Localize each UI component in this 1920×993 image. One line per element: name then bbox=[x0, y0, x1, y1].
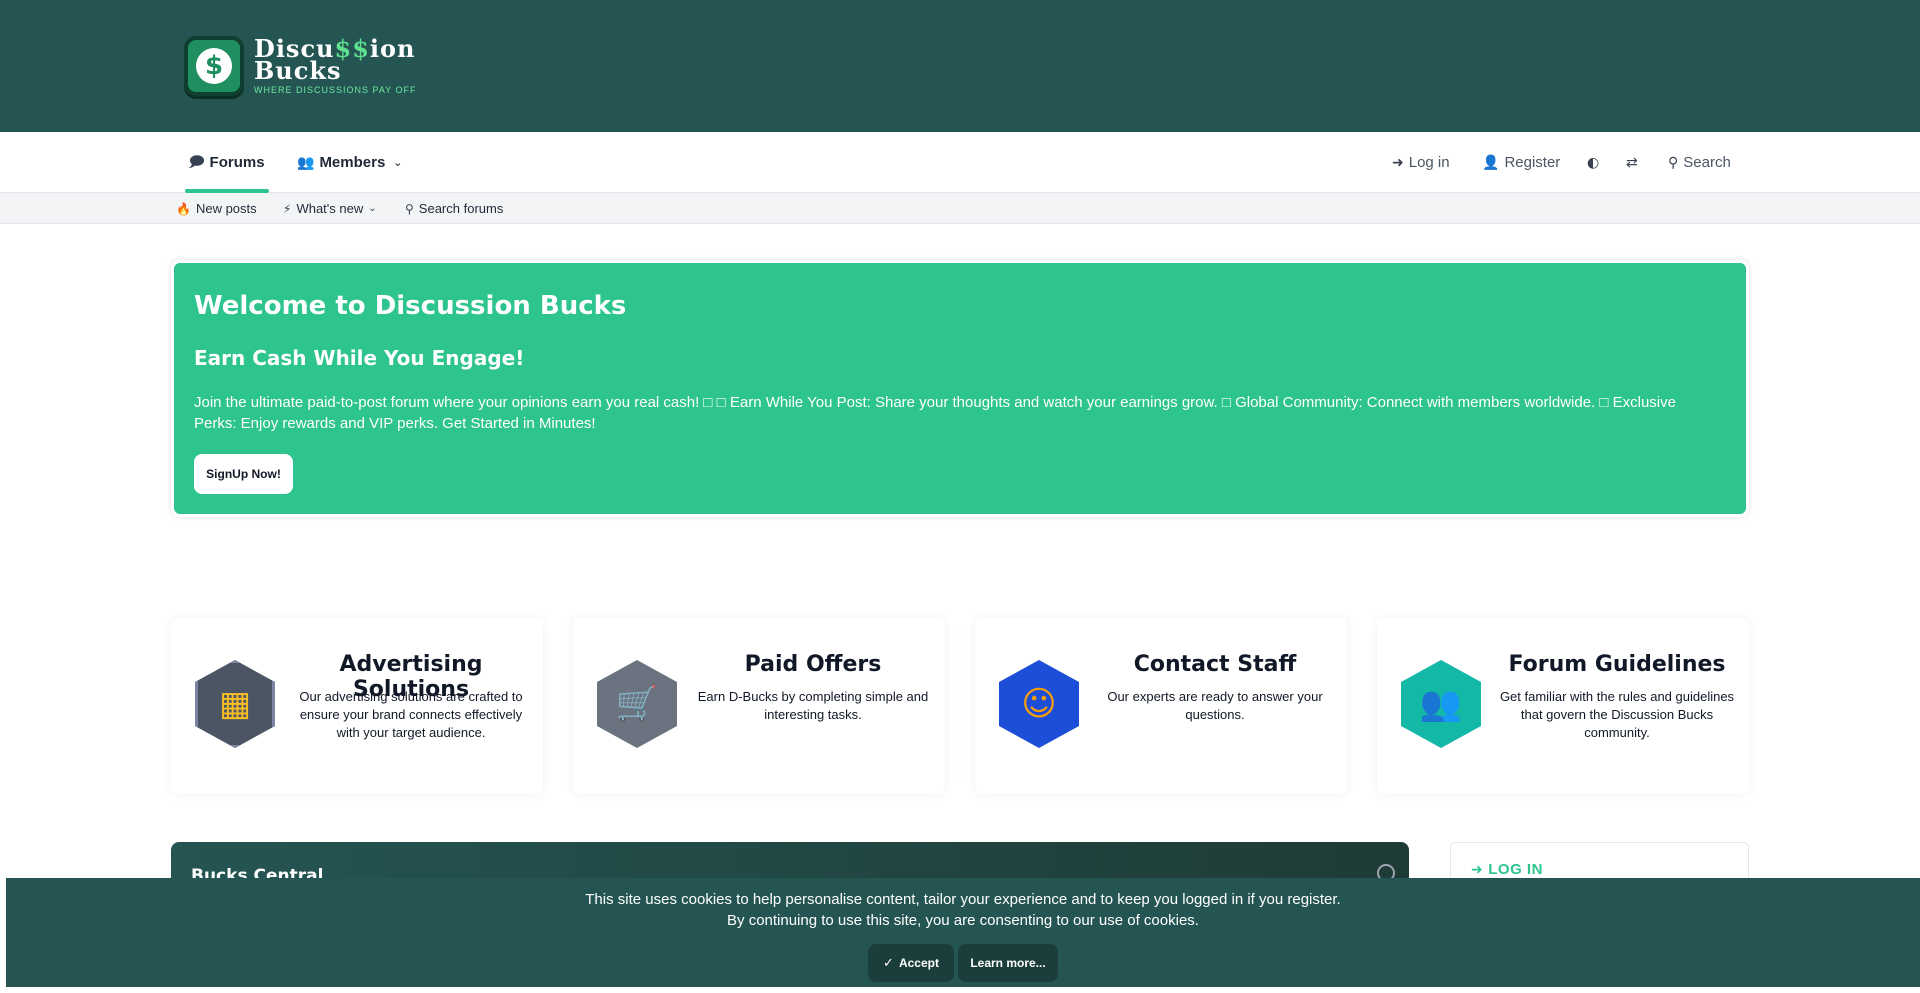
cookie-actions: ✓ Accept Learn more... bbox=[6, 944, 1920, 982]
advertising-badge-icon: ▦ bbox=[195, 660, 275, 748]
new-posts-link[interactable]: 🔥 New posts bbox=[176, 193, 257, 224]
tab-forums[interactable]: 🗩 Forums bbox=[185, 132, 269, 193]
bolt-icon: ⚡ bbox=[283, 201, 292, 216]
card-paid-offers[interactable]: 🛒 Paid Offers Earn D-Bucks by completing… bbox=[573, 618, 945, 794]
learn-more-button[interactable]: Learn more... bbox=[958, 944, 1058, 982]
width-toggle[interactable]: ⇄ bbox=[1626, 132, 1643, 193]
new-posts-label: New posts bbox=[195, 201, 257, 216]
search-icon: ⚲ bbox=[405, 201, 414, 216]
search-forums-link[interactable]: ⚲ Search forums bbox=[405, 193, 503, 224]
main-nav: 🗩 Forums 👥 Members ⌄ ➜ Log in 👤 Register… bbox=[0, 132, 1920, 193]
feature-cards: ▦ Advertising Solutions Our advertising … bbox=[171, 618, 1749, 794]
card-description: Earn D-Bucks by completing simple and in… bbox=[697, 689, 929, 722]
support-agent-badge-icon: ☺ bbox=[999, 660, 1079, 748]
chevron-down-icon[interactable]: ⌄ bbox=[368, 203, 376, 214]
card-description: Our advertising solutions are crafted to… bbox=[299, 689, 523, 740]
whats-new-label: What's new bbox=[296, 201, 364, 216]
cookie-message: This site uses cookies to help personali… bbox=[6, 889, 1920, 931]
signup-button[interactable]: SignUp Now! bbox=[194, 454, 293, 494]
fire-icon: 🔥 bbox=[176, 201, 191, 216]
login-icon: ➜ bbox=[1392, 154, 1404, 171]
login-icon: ➜ bbox=[1471, 862, 1484, 878]
welcome-banner: Welcome to Discussion Bucks Earn Cash Wh… bbox=[171, 260, 1749, 517]
card-title: Contact Staff bbox=[1133, 652, 1297, 677]
card-description: Our experts are ready to answer your que… bbox=[1107, 689, 1323, 722]
tab-members-label: Members bbox=[319, 154, 386, 171]
card-advertising[interactable]: ▦ Advertising Solutions Our advertising … bbox=[171, 618, 543, 794]
users-icon: 👥 bbox=[297, 154, 315, 171]
logo-wordmark: Discu$$ion Bucks WHERE DISCUSSIONS PAY O… bbox=[254, 36, 417, 95]
search-label: Search bbox=[1683, 154, 1731, 171]
check-icon: ✓ bbox=[883, 955, 894, 971]
card-forum-guidelines[interactable]: 👥 Forum Guidelines Get familiar with the… bbox=[1377, 618, 1749, 794]
site-header: $ Discu$$ion Bucks WHERE DISCUSSIONS PAY… bbox=[0, 0, 1920, 132]
accept-label: Accept bbox=[898, 956, 939, 970]
shopping-cart-badge-icon: 🛒 bbox=[597, 660, 677, 748]
card-description: Get familiar with the rules and guidelin… bbox=[1499, 689, 1735, 740]
tab-members[interactable]: 👥 Members ⌄ bbox=[297, 132, 408, 193]
cookie-notice: This site uses cookies to help personali… bbox=[6, 878, 1920, 987]
cookie-line-1: This site uses cookies to help personali… bbox=[585, 891, 1341, 908]
collapse-icon: ⇄ bbox=[1626, 154, 1638, 171]
logo-tagline: WHERE DISCUSSIONS PAY OFF bbox=[254, 84, 417, 95]
whats-new-link[interactable]: ⚡ What's new ⌄ bbox=[283, 193, 382, 224]
site-logo[interactable]: $ Discu$$ion Bucks WHERE DISCUSSIONS PAY… bbox=[184, 36, 417, 96]
card-contact-staff[interactable]: ☺ Contact Staff Our experts are ready to… bbox=[975, 618, 1347, 794]
sidebar-login-title: ➜ LOG IN bbox=[1471, 861, 1543, 878]
search-icon: ⚲ bbox=[1668, 154, 1679, 171]
search-link[interactable]: ⚲ Search bbox=[1668, 132, 1731, 193]
user-plus-icon: 👤 bbox=[1482, 154, 1500, 171]
login-label: Log in bbox=[1408, 154, 1450, 171]
login-link[interactable]: ➜ Log in bbox=[1392, 132, 1450, 193]
contrast-icon: ◐ bbox=[1587, 154, 1600, 171]
welcome-panel: Welcome to Discussion Bucks Earn Cash Wh… bbox=[174, 263, 1746, 514]
welcome-body: Join the ultimate paid-to-post forum whe… bbox=[194, 394, 1676, 432]
card-title: Forum Guidelines bbox=[1508, 652, 1726, 677]
welcome-title: Welcome to Discussion Bucks bbox=[194, 291, 627, 321]
tab-forums-label: Forums bbox=[209, 154, 265, 171]
sub-nav: 🔥 New posts ⚡ What's new ⌄ ⚲ Search foru… bbox=[0, 193, 1920, 224]
accept-button[interactable]: ✓ Accept bbox=[868, 944, 954, 982]
logo-line-2: Bucks bbox=[254, 55, 342, 85]
chat-bubbles-icon: 🗩 bbox=[189, 153, 205, 170]
welcome-subtitle: Earn Cash While You Engage! bbox=[194, 346, 525, 370]
chevron-down-icon[interactable]: ⌄ bbox=[393, 156, 402, 169]
dollar-chat-icon: $ bbox=[184, 36, 244, 96]
register-label: Register bbox=[1504, 154, 1561, 171]
dollar-symbol: $ bbox=[196, 48, 232, 84]
cookie-line-2: By continuing to use this site, you are … bbox=[727, 912, 1199, 929]
community-badge-icon: 👥 bbox=[1401, 660, 1481, 748]
register-link[interactable]: 👤 Register bbox=[1482, 132, 1560, 193]
search-forums-label: Search forums bbox=[418, 201, 504, 216]
theme-toggle[interactable]: ◐ bbox=[1587, 132, 1604, 193]
card-title: Paid Offers bbox=[744, 652, 882, 677]
